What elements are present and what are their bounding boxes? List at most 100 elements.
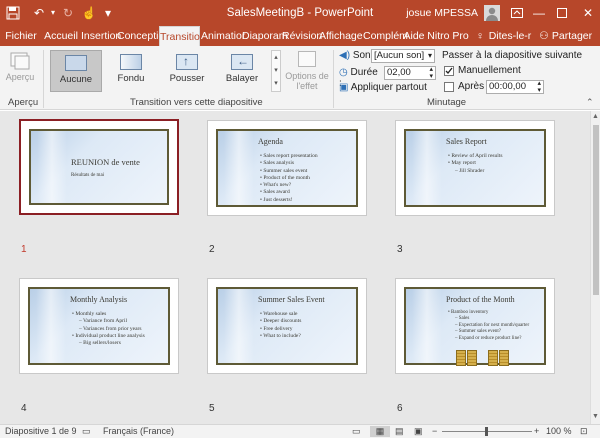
bullet: • Sales award xyxy=(260,189,290,196)
group-separator xyxy=(43,50,44,108)
slide-thumbnail-2[interactable]: Agenda • Sales report presentation • Sal… xyxy=(207,120,367,216)
group-timing-label: Minutage xyxy=(427,97,467,108)
transition-push-icon: ↑ xyxy=(176,54,198,70)
preview-button[interactable]: Aperçu xyxy=(4,50,36,86)
column-graphic xyxy=(412,289,442,363)
scroll-up-icon[interactable]: ▲ xyxy=(592,113,599,120)
save-icon[interactable] xyxy=(4,0,22,26)
tab-help[interactable]: Aide xyxy=(403,26,425,46)
slide-thumbnail-6[interactable]: Product of the Month • Bamboo inventory … xyxy=(395,278,555,374)
undo-dropdown-icon[interactable]: ▾ xyxy=(48,0,58,26)
tab-nitro[interactable]: Nitro Pro xyxy=(426,26,470,46)
spinner-icon[interactable]: ▴ ▾ xyxy=(429,66,433,80)
slide-frame: Summer Sales Event • Warehouse sale • De… xyxy=(216,287,358,365)
slide-number: 4 xyxy=(21,403,27,414)
sub-bullet: – Big sellers/losers xyxy=(79,340,121,347)
transition-push[interactable]: ↑ Pousser xyxy=(162,50,212,92)
lightbulb-icon[interactable]: ♀ xyxy=(474,26,486,46)
manually-checkbox[interactable] xyxy=(444,66,454,76)
bullet: • Sales report presentation xyxy=(260,153,318,159)
sound-select[interactable]: [Aucun son] ▾ xyxy=(371,49,435,63)
collapse-ribbon-icon[interactable]: ⌃ xyxy=(586,97,594,108)
slide-title: REUNION de vente xyxy=(71,157,140,167)
quick-access-dropdown-icon[interactable]: ▾ xyxy=(100,0,116,26)
slide-frame: REUNION de vente Résultats de mai xyxy=(29,129,169,205)
scroll-thumb[interactable] xyxy=(593,125,599,295)
tab-transitions[interactable]: Transition xyxy=(159,26,206,46)
zoom-level[interactable]: 100 % xyxy=(546,426,572,436)
slide-frame: Monthly Analysis • Monthly sales – Varia… xyxy=(28,287,170,365)
group-transition-label: Transition vers cette diapositive xyxy=(130,97,263,108)
after-time-input[interactable]: 00:00,00 ▴ ▾ xyxy=(486,80,544,94)
window-title: SalesMeetingB - PowerPoint xyxy=(226,7,374,19)
tell-me-search[interactable]: Dites-le-r xyxy=(488,26,532,46)
slide-number: 6 xyxy=(397,403,403,414)
slide-thumbnail-4[interactable]: Monthly Analysis • Monthly sales – Varia… xyxy=(19,278,179,374)
scroll-down-icon[interactable]: ▼ xyxy=(592,413,599,420)
bullet: • Review of April results xyxy=(448,153,503,159)
bullet: • Sales analysis xyxy=(260,160,295,167)
column-graphic xyxy=(36,289,66,363)
slide-title: Product of the Month xyxy=(446,295,515,304)
language-label[interactable]: Français (France) xyxy=(103,426,174,436)
bullet: • What's new? xyxy=(260,182,292,189)
spelling-icon[interactable]: ▭ xyxy=(82,426,91,437)
checkmark-icon xyxy=(445,67,453,74)
fit-to-window-icon[interactable]: ⊡ xyxy=(580,426,588,437)
slide-title: Summer Sales Event xyxy=(258,295,325,304)
ribbon-display-options-icon[interactable] xyxy=(506,0,528,26)
tab-insert[interactable]: Insertion xyxy=(81,26,121,46)
slide-count: Diapositive 1 de 9 xyxy=(5,426,77,436)
tab-design[interactable]: Conceptio xyxy=(117,26,164,46)
tab-addins[interactable]: Complém xyxy=(363,26,408,46)
slide-bullets: • Bamboo inventory – Sales – Expectation… xyxy=(448,310,543,342)
duration-input[interactable]: 02,00 ▴ ▾ xyxy=(384,66,436,80)
view-normal-icon[interactable]: ▭ xyxy=(352,426,361,437)
view-sorter-icon[interactable]: ▦ xyxy=(370,426,390,437)
title-bar: ↶ ▾ ↻ ☝ ▾ SalesMeetingB - PowerPoint jos… xyxy=(0,0,600,26)
tab-view[interactable]: Affichage xyxy=(319,26,363,46)
effect-options-button[interactable]: Options de l'effet xyxy=(285,50,329,94)
bullet: • Warehouse sale xyxy=(260,311,298,317)
maximize-icon[interactable] xyxy=(550,0,574,26)
slide-frame: Agenda • Sales report presentation • Sal… xyxy=(216,129,358,207)
tab-animations[interactable]: Animatior xyxy=(201,26,245,46)
minimize-icon[interactable]: — xyxy=(528,0,550,26)
tab-slideshow[interactable]: Diaporam xyxy=(242,26,288,46)
spinner-icon[interactable]: ▴ ▾ xyxy=(537,80,541,94)
ribbon-tabs: Fichier Accueil Insertion Conceptio Tran… xyxy=(0,26,600,46)
user-name[interactable]: josue MPESSA xyxy=(398,0,478,26)
transition-none[interactable]: Aucune xyxy=(50,50,102,92)
view-slideshow-icon[interactable]: ▣ xyxy=(414,426,423,437)
share-button[interactable]: Partager xyxy=(551,26,593,46)
sub-bullet: – Variances from prior years xyxy=(79,325,142,332)
apply-all-button[interactable]: ▣ Appliquer partout xyxy=(339,82,429,96)
undo-icon[interactable]: ↶ xyxy=(30,0,48,26)
slide-thumbnail-3[interactable]: Sales Report • Review of April results •… xyxy=(395,120,555,216)
view-reading-icon[interactable]: ▤ xyxy=(395,426,404,437)
close-icon[interactable]: ✕ xyxy=(576,0,600,26)
clock-icon: ◷ xyxy=(339,67,348,78)
slide-number: 5 xyxy=(209,403,215,414)
bullet: • Product of the month xyxy=(260,174,310,181)
bullet: • Summer sales event xyxy=(260,167,308,174)
transition-wipe[interactable]: ← Balayer xyxy=(216,50,268,92)
tab-home[interactable]: Accueil xyxy=(42,26,80,46)
slide-number: 2 xyxy=(209,244,215,255)
bamboo-image xyxy=(499,350,509,366)
vertical-scrollbar[interactable]: ▲ ▼ xyxy=(590,111,600,424)
transition-fade[interactable]: Fondu xyxy=(107,50,155,92)
slide-thumbnail-1[interactable]: REUNION de vente Résultats de mai xyxy=(19,119,179,215)
avatar[interactable] xyxy=(482,0,502,26)
touch-mode-icon[interactable]: ☝ xyxy=(80,0,98,26)
after-checkbox[interactable] xyxy=(444,82,454,92)
tab-file[interactable]: Fichier xyxy=(2,26,40,46)
zoom-in-icon[interactable]: + xyxy=(534,426,539,436)
gallery-scroll[interactable]: ▴ ▾ ▾ xyxy=(271,50,281,92)
column-graphic xyxy=(412,131,442,205)
slide-thumbnail-5[interactable]: Summer Sales Event • Warehouse sale • De… xyxy=(207,278,367,374)
tab-review[interactable]: Révision xyxy=(282,26,322,46)
share-person-icon[interactable]: ⚇ xyxy=(538,26,550,46)
zoom-out-icon[interactable]: − xyxy=(432,426,437,436)
zoom-slider-thumb[interactable] xyxy=(485,427,488,436)
